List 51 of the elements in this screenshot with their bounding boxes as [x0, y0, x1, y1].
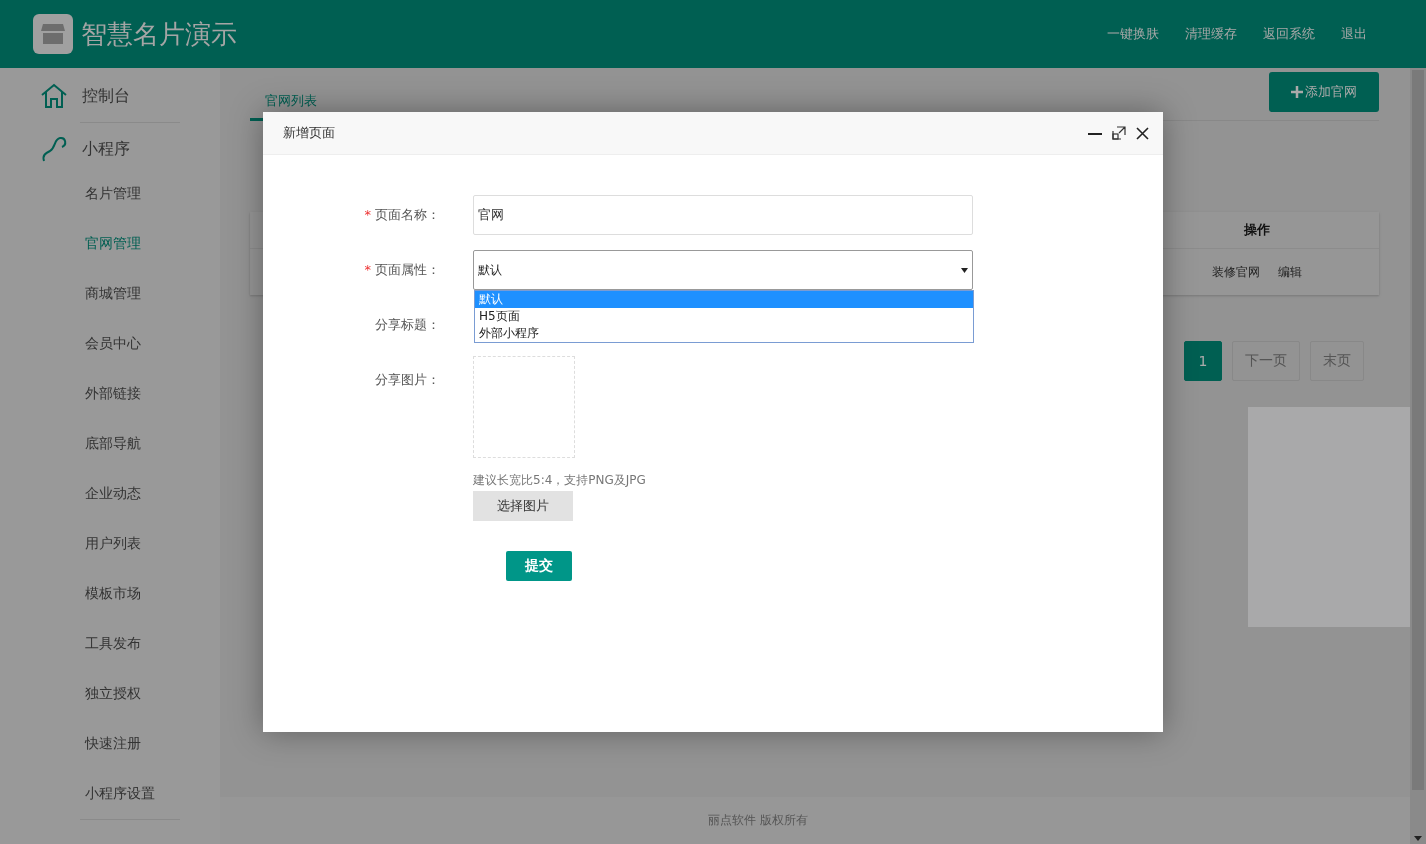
sidebar-item[interactable]: 底部导航	[0, 419, 220, 469]
submit-button[interactable]: 提交	[506, 551, 572, 581]
copyright-text: 丽点软件 版权所有	[708, 812, 808, 829]
field-label: * 页面名称：	[363, 206, 441, 224]
sidebar-item[interactable]: 外部链接	[0, 369, 220, 419]
dialog-title: 新增页面	[283, 124, 335, 142]
sidebar-item[interactable]: 会员中心	[0, 319, 220, 369]
section-label: 小程序	[82, 138, 130, 160]
maximize-icon[interactable]	[1112, 126, 1126, 140]
header-link[interactable]: 退出	[1335, 25, 1373, 43]
sidebar-item[interactable]: 小程序设置	[0, 769, 220, 819]
add-site-button[interactable]: 添加官网	[1269, 72, 1379, 112]
sidebar-item[interactable]: 工具发布	[0, 619, 220, 669]
last-page-button[interactable]: 末页	[1310, 341, 1364, 381]
app-title: 智慧名片演示	[81, 17, 237, 51]
dropdown-option[interactable]: H5页面	[475, 308, 973, 325]
sidebar-item[interactable]: 官网管理	[0, 219, 220, 269]
field-label: * 页面属性：	[363, 261, 441, 279]
dropdown-arrow-icon	[961, 267, 968, 273]
scroll-down-arrow-icon[interactable]	[1414, 836, 1422, 841]
sidebar-item[interactable]: 快速注册	[0, 719, 220, 769]
store-icon	[33, 14, 73, 54]
sidebar-item[interactable]: 企业动态	[0, 469, 220, 519]
field-label: 分享图片：	[374, 371, 441, 389]
choose-image-button[interactable]: 选择图片	[473, 491, 573, 521]
field-label: 分享标题：	[374, 316, 441, 334]
sidebar-item[interactable]: 独立授权	[0, 669, 220, 719]
scrollbar[interactable]	[1410, 68, 1426, 844]
section-label: 控制台	[82, 85, 130, 107]
dropdown-option[interactable]: 外部小程序	[475, 325, 973, 342]
upload-hint: 建议长宽比5:4，支持PNG及JPG	[473, 472, 646, 489]
sidebar-section[interactable]: 小程序	[0, 129, 220, 169]
text-input[interactable]: 官网	[473, 195, 973, 235]
header-link[interactable]: 清理缓存	[1179, 25, 1243, 43]
home-icon	[40, 83, 68, 109]
sidebar-item[interactable]: 用户列表	[0, 519, 220, 569]
page-button[interactable]: 1	[1184, 341, 1222, 381]
curve-icon	[40, 135, 68, 163]
sidebar-item[interactable]: 模板市场	[0, 569, 220, 619]
sidebar-item[interactable]: 商城管理	[0, 269, 220, 319]
dropdown-option[interactable]: 默认	[475, 291, 973, 308]
header-link[interactable]: 一键换肤	[1101, 25, 1165, 43]
sidebar-item[interactable]: 名片管理	[0, 169, 220, 219]
plus-icon	[1291, 86, 1303, 98]
row-action-link[interactable]: 编辑	[1277, 263, 1302, 281]
close-icon[interactable]	[1136, 126, 1149, 140]
sidebar-section[interactable]: 控制台	[0, 76, 220, 116]
next-page-button[interactable]: 下一页	[1232, 341, 1300, 381]
column-header: 操作	[1242, 221, 1271, 239]
header-link[interactable]: 返回系统	[1257, 25, 1321, 43]
row-action-link[interactable]: 装修官网	[1211, 263, 1260, 281]
